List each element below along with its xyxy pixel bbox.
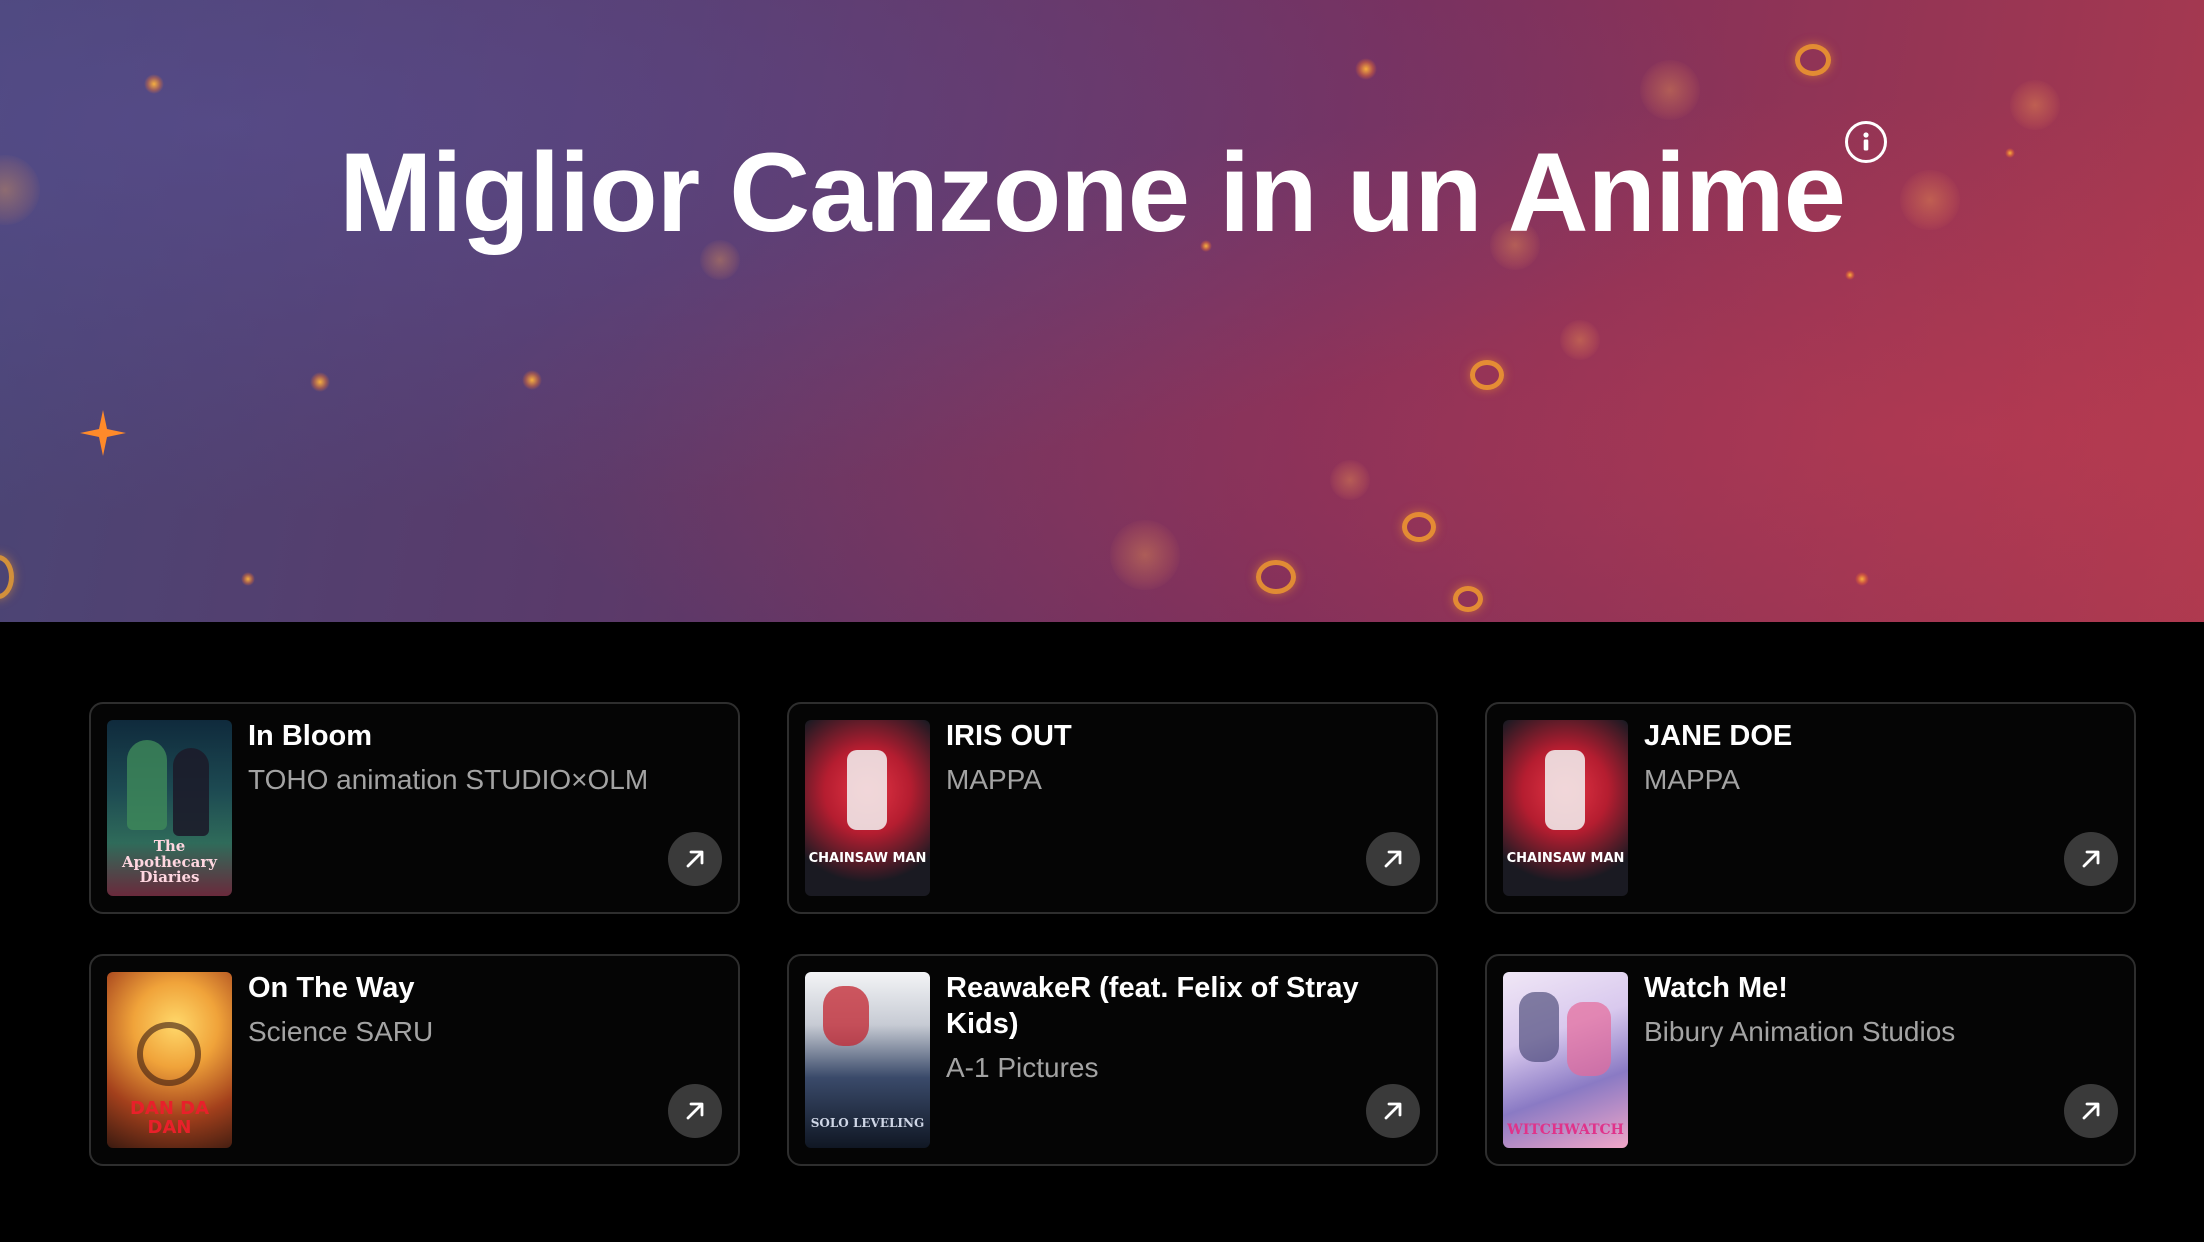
arrow-up-right-icon — [1384, 850, 1402, 868]
song-title: IRIS OUT — [946, 720, 1072, 752]
nominee-card[interactable]: The Apothecary Diaries In Bloom TOHO ani… — [89, 702, 740, 914]
studio-name: TOHO animation STUDIO×OLM — [248, 764, 649, 795]
poster-title: SOLO LEVELING — [810, 1116, 925, 1131]
nominee-card[interactable]: WITCHWATCH Watch Me! Bibury Animation St… — [1485, 954, 2136, 1166]
info-icon[interactable] — [1845, 121, 1887, 163]
arrow-up-right-icon — [2082, 1102, 2100, 1120]
nominee-card[interactable]: CHAINSAW MAN JANE DOE MAPPA — [1485, 702, 2136, 914]
studio-name: A-1 Pictures — [946, 1052, 1099, 1083]
open-link-button[interactable] — [2064, 832, 2118, 886]
poster-image: DAN DA DAN — [107, 972, 232, 1148]
poster-title: WITCHWATCH — [1507, 1122, 1624, 1139]
poster-title: The Apothecary Diaries — [122, 836, 217, 887]
poster-image: CHAINSAW MAN — [1503, 720, 1628, 896]
sparkle-icon — [80, 410, 126, 456]
song-title: JANE DOE — [1644, 720, 1793, 752]
song-title: On The Way — [248, 972, 415, 1004]
poster-title: CHAINSAW MAN — [1506, 851, 1625, 867]
arrow-up-right-icon — [686, 1102, 704, 1120]
song-title: In Bloom — [248, 720, 373, 752]
nominee-card[interactable]: CHAINSAW MAN IRIS OUT MAPPA — [787, 702, 1438, 914]
open-link-button[interactable] — [668, 832, 722, 886]
studio-name: MAPPA — [1644, 764, 1740, 795]
poster-image: SOLO LEVELING — [805, 972, 930, 1148]
open-link-button[interactable] — [2064, 1084, 2118, 1138]
hero-banner: Miglior Canzone in un Anime — [0, 0, 2204, 622]
poster-title: CHAINSAW MAN — [808, 851, 927, 867]
poster-image: CHAINSAW MAN — [805, 720, 930, 896]
studio-name: MAPPA — [946, 764, 1042, 795]
song-title: ReawakeR (feat. Felix of Stray Kids) — [946, 972, 1359, 1040]
studio-name: Bibury Animation Studios — [1644, 1016, 1956, 1047]
open-link-button[interactable] — [1366, 832, 1420, 886]
arrow-up-right-icon — [1384, 1102, 1402, 1120]
open-link-button[interactable] — [668, 1084, 722, 1138]
poster-image: WITCHWATCH — [1503, 972, 1628, 1148]
arrow-up-right-icon — [2082, 850, 2100, 868]
poster-title: DAN DA DAN — [129, 1098, 210, 1139]
poster-image: The Apothecary Diaries — [107, 720, 232, 896]
open-link-button[interactable] — [1366, 1084, 1420, 1138]
song-title: Watch Me! — [1644, 972, 1788, 1004]
nominee-card[interactable]: SOLO LEVELING ReawakeR (feat. Felix of S… — [787, 954, 1438, 1166]
nominee-card[interactable]: DAN DA DAN On The Way Science SARU — [89, 954, 740, 1166]
studio-name: Science SARU — [248, 1016, 434, 1047]
nominee-grid: The Apothecary Diaries In Bloom TOHO ani… — [89, 702, 2137, 1166]
arrow-up-right-icon — [686, 850, 704, 868]
